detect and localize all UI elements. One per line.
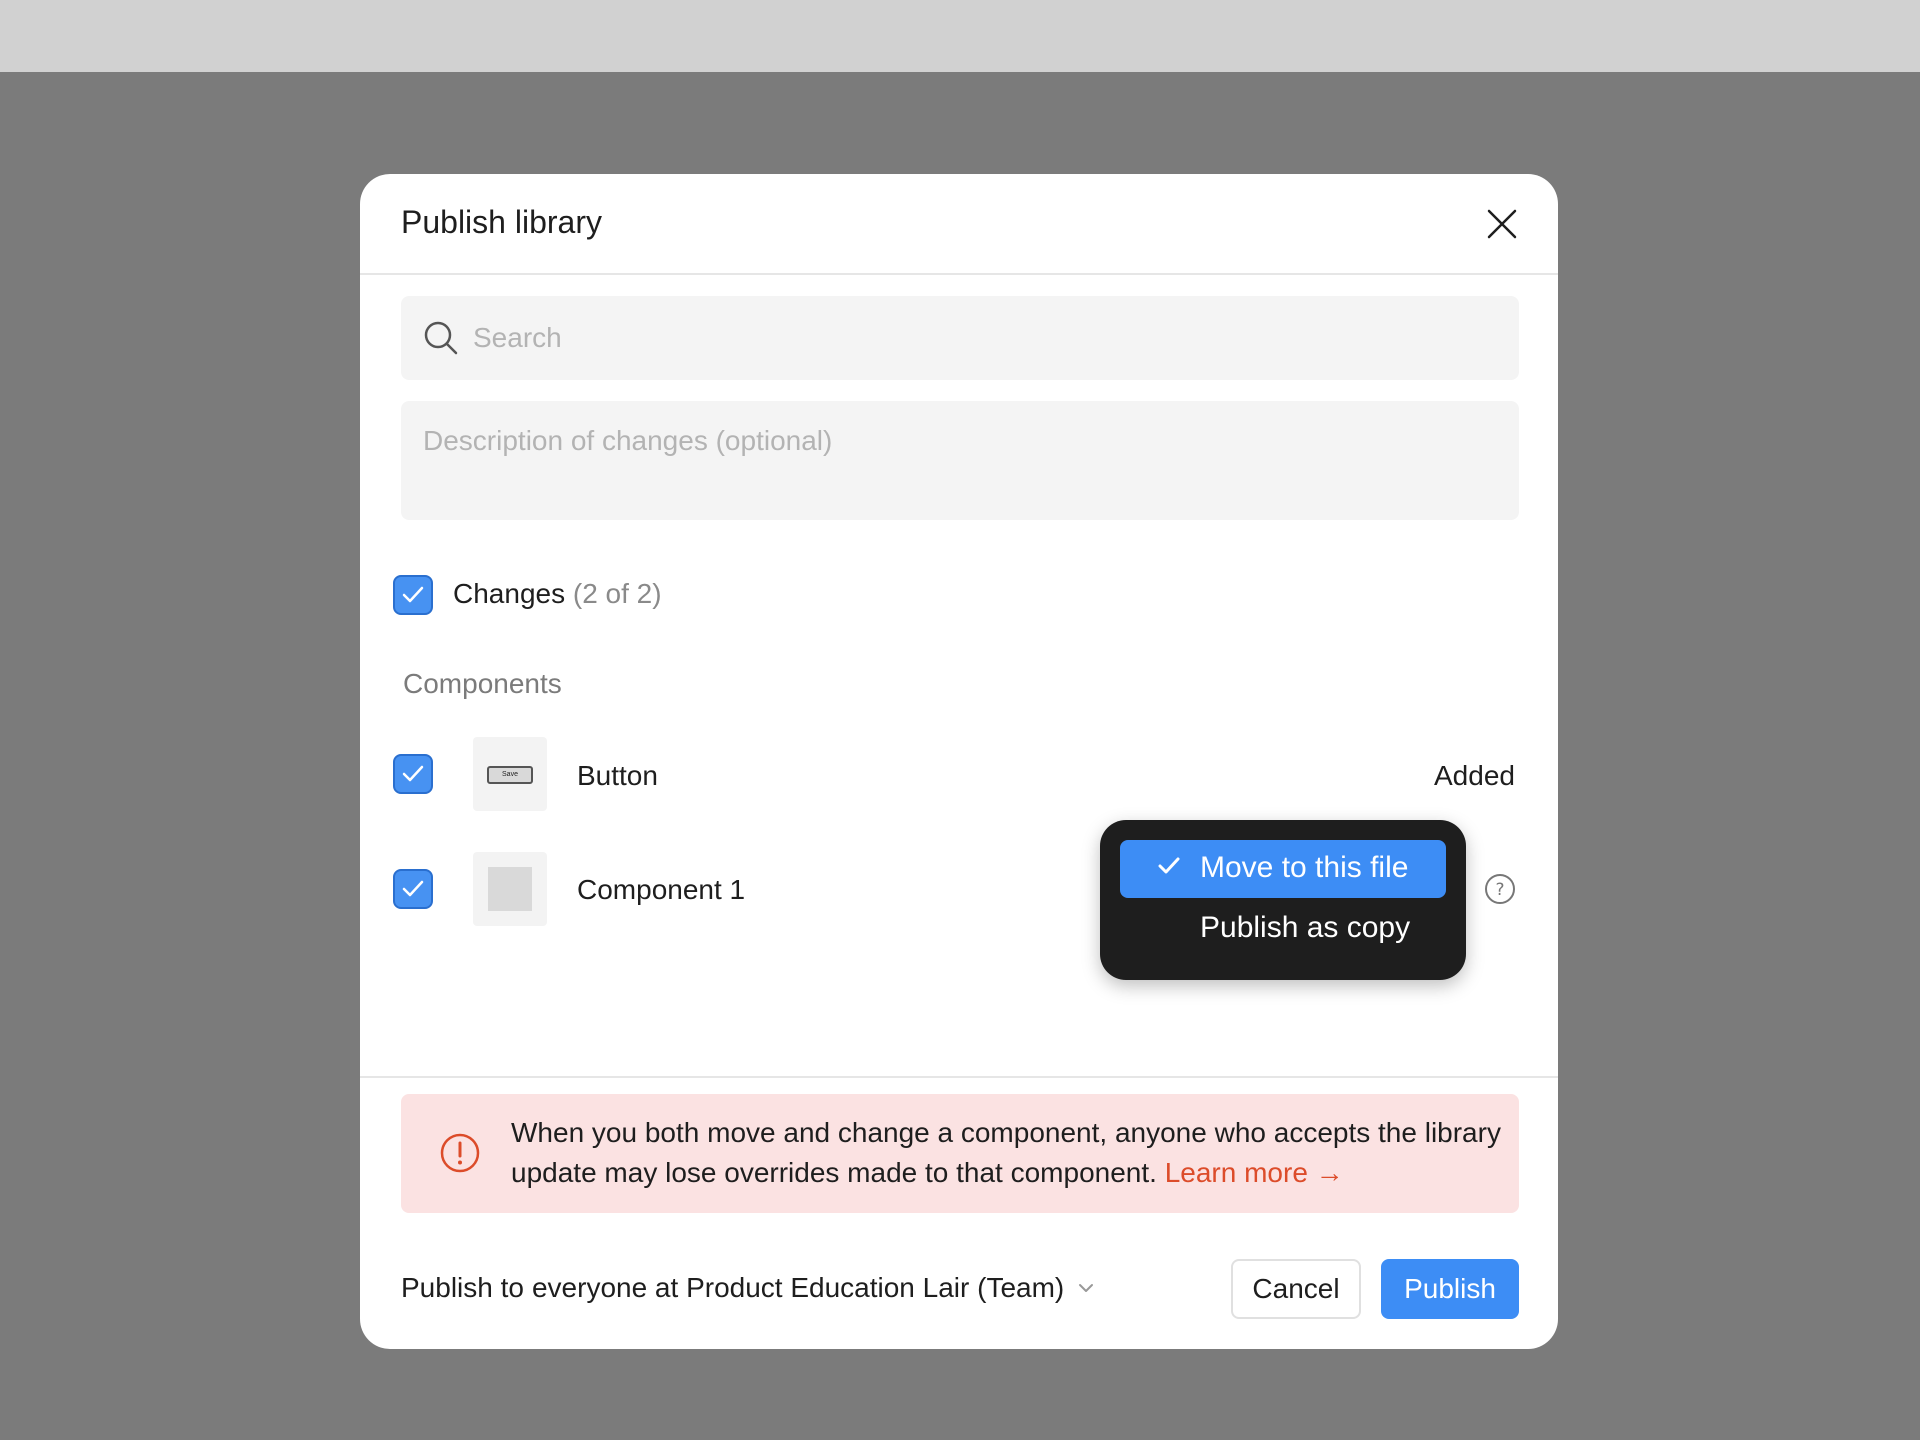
cancel-button[interactable]: Cancel	[1231, 1259, 1361, 1319]
alert-icon	[440, 1133, 480, 1173]
component-checkbox-button[interactable]	[393, 754, 433, 794]
changes-count: (2 of 2)	[572, 578, 662, 609]
checkmark-icon	[1158, 857, 1180, 874]
checkmark-icon	[402, 765, 424, 782]
component-name: Component 1	[577, 874, 746, 905]
publish-button[interactable]: Publish	[1381, 1259, 1519, 1319]
learn-more-link[interactable]: Learn more →	[1165, 1157, 1344, 1188]
changes-label: Changes (2 of 2)	[453, 578, 662, 610]
chevron-down-icon	[1079, 1284, 1094, 1292]
thumbnail-square	[488, 867, 532, 911]
menu-item-publish-as-copy[interactable]: Publish as copy	[1120, 900, 1446, 958]
component-name: Button	[577, 760, 658, 791]
publish-audience-selector[interactable]: Publish to everyone at Product Education…	[401, 1272, 1094, 1304]
help-icon[interactable]: ?	[1484, 873, 1516, 905]
components-section-label: Components	[403, 668, 562, 699]
component-checkbox-component-1[interactable]	[393, 869, 433, 909]
publish-to-target: everyone at Product Education Lair (Team…	[531, 1272, 1065, 1303]
dialog-title: Publish library	[401, 204, 602, 240]
publish-to-label: Publish to	[401, 1272, 524, 1303]
warning-message: When you both move and change a componen…	[511, 1117, 1501, 1188]
checkmark-icon	[402, 880, 424, 897]
component-thumbnail-button: Save	[473, 737, 547, 811]
app-top-bar	[0, 0, 1920, 72]
description-input[interactable]	[423, 425, 1493, 505]
close-button[interactable]	[1478, 200, 1526, 248]
menu-item-label: Move to this file	[1200, 851, 1409, 884]
changes-title: Changes	[453, 578, 566, 609]
svg-text:?: ?	[1495, 880, 1504, 900]
dialog-header: Publish library	[360, 174, 1558, 275]
move-option-menu: Move to this file Publish as copy	[1100, 820, 1466, 980]
menu-item-move-to-this-file[interactable]: Move to this file	[1120, 840, 1446, 898]
status-badge: Added	[1434, 760, 1515, 791]
warning-text: When you both move and change a componen…	[511, 1113, 1501, 1193]
menu-item-label: Publish as copy	[1200, 911, 1411, 944]
search-icon	[424, 321, 458, 355]
search-field	[401, 296, 1519, 380]
component-thumbnail-component-1	[473, 852, 547, 926]
checkmark-icon	[402, 586, 424, 603]
footer-divider	[360, 1076, 1558, 1078]
publish-library-dialog: Publish library Changes (2 of 2) Compone…	[360, 174, 1558, 1349]
description-field	[401, 401, 1519, 520]
search-input[interactable]	[473, 296, 1503, 380]
changes-checkbox[interactable]	[393, 575, 433, 615]
close-icon	[1487, 209, 1517, 239]
thumbnail-button-preview: Save	[487, 766, 533, 784]
warning-banner: When you both move and change a componen…	[401, 1094, 1519, 1213]
